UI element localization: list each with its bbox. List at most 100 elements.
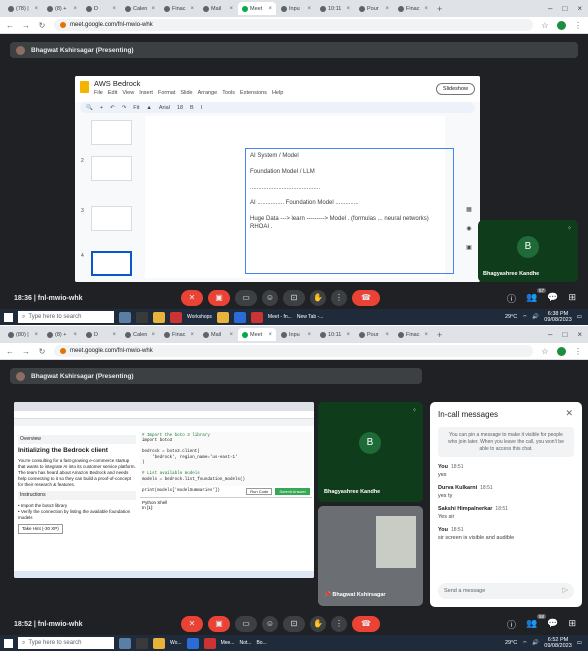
chat-icon[interactable]: 💬	[547, 618, 558, 631]
menu-tools[interactable]: Tools	[222, 90, 235, 96]
app-icon[interactable]	[186, 637, 199, 649]
close-window-icon[interactable]: ×	[577, 4, 582, 13]
close-tab-icon[interactable]: ×	[151, 6, 155, 12]
close-tab-icon[interactable]: ×	[268, 6, 272, 12]
close-tab-icon[interactable]: ×	[34, 6, 38, 12]
code-editor[interactable]: # Import the boto 3 library import boto3…	[140, 432, 312, 493]
close-tab-icon[interactable]: ×	[307, 332, 311, 338]
close-window-icon[interactable]: ×	[577, 330, 582, 339]
run-code-button[interactable]: Run Code	[246, 488, 273, 495]
present-icon[interactable]: ⊡	[283, 616, 305, 632]
browser-menu-icon[interactable]: ⋮	[574, 347, 582, 356]
send-message-input[interactable]: Send a message ▷	[438, 583, 574, 599]
more-options-icon[interactable]: ⋮	[331, 616, 347, 632]
info-icon[interactable]: ⓘ	[507, 292, 516, 305]
minimize-icon[interactable]: –	[548, 330, 552, 339]
weather[interactable]: 29°C	[505, 640, 517, 646]
present-icon[interactable]: ⊡	[283, 290, 305, 306]
emoji-icon[interactable]: ☺	[262, 616, 278, 632]
taskbar-app[interactable]: New Tab -...	[297, 314, 324, 320]
explorer-icon[interactable]	[136, 637, 148, 649]
participant-tile[interactable]: B ⁘ Bhagyashree Kandhe	[318, 402, 423, 502]
close-tab-icon[interactable]: ×	[268, 332, 272, 338]
menu-file[interactable]: File	[94, 90, 103, 96]
close-icon[interactable]: ✕	[565, 408, 573, 419]
menu-extensions[interactable]: Extensions	[240, 90, 267, 96]
maximize-icon[interactable]: □	[562, 4, 567, 13]
browser-tab[interactable]: Finac ×	[160, 2, 198, 15]
browser-tab[interactable]: Pour ×	[355, 328, 393, 341]
close-tab-icon[interactable]: ×	[112, 6, 116, 12]
browser-tab[interactable]: (8) + ×	[43, 2, 81, 15]
taskbar-search[interactable]: ⌕ Type here to search	[18, 637, 114, 649]
raise-hand-icon[interactable]: ✋	[310, 290, 326, 306]
keep-icon[interactable]: ◉	[466, 225, 471, 232]
menu-help[interactable]: Help	[272, 90, 283, 96]
clock[interactable]: 6:52 PM 09/08/2023	[544, 637, 572, 649]
taskbar-app[interactable]: Workshops	[187, 314, 212, 320]
calendar-icon[interactable]: ▦	[466, 206, 472, 213]
font-size-field[interactable]: 18	[177, 105, 183, 111]
camera-off-icon[interactable]: ▣	[208, 616, 230, 632]
menu-view[interactable]: View	[122, 90, 134, 96]
forward-icon[interactable]: →	[22, 347, 30, 356]
bold-icon[interactable]: B	[190, 105, 194, 111]
volume-icon[interactable]: 🔊	[532, 314, 539, 320]
close-tab-icon[interactable]: ×	[385, 6, 389, 12]
windows-start-icon[interactable]	[4, 638, 13, 648]
close-tab-icon[interactable]: ×	[112, 332, 116, 338]
bookmark-star-icon[interactable]: ☆	[541, 347, 549, 356]
reload-icon[interactable]: ↻	[38, 21, 46, 30]
zoom-fit[interactable]: Fit	[133, 105, 139, 111]
close-tab-icon[interactable]: ×	[229, 332, 233, 338]
browser-tab[interactable]: Finac ×	[394, 2, 432, 15]
browser-tab[interactable]: (8) + ×	[43, 328, 81, 341]
undo-icon[interactable]: ↶	[110, 105, 115, 111]
slide-thumbnail[interactable]	[91, 120, 132, 145]
site-info-icon[interactable]	[60, 22, 66, 28]
url-field[interactable]: meet.google.com/fnl-mwio-whk	[54, 19, 533, 31]
menu-insert[interactable]: Insert	[139, 90, 153, 96]
weather[interactable]: 29°C	[505, 314, 517, 320]
close-tab-icon[interactable]: ×	[424, 332, 428, 338]
browser-tab[interactable]: D ×	[82, 2, 120, 15]
slide-thumbnail[interactable]	[91, 206, 132, 231]
browser-tab[interactable]: Mail ×	[199, 328, 237, 341]
browser-tab[interactable]: (80) | ×	[4, 328, 42, 341]
browser-tab[interactable]: Pour ×	[355, 2, 393, 15]
browser-tab-active[interactable]: Meet ×	[238, 328, 276, 341]
activities-icon[interactable]: ⊞	[568, 618, 576, 631]
maximize-icon[interactable]: □	[562, 330, 567, 339]
close-tab-icon[interactable]: ×	[346, 6, 350, 12]
browser-tab[interactable]: Inpu ×	[277, 328, 315, 341]
minimize-icon[interactable]: –	[548, 4, 552, 13]
back-icon[interactable]: ←	[6, 347, 14, 356]
mic-off-icon[interactable]: ✕	[181, 290, 203, 306]
menu-arrange[interactable]: Arrange	[198, 90, 218, 96]
taskbar-search[interactable]: ⌕ Type here to search	[18, 311, 114, 323]
close-tab-icon[interactable]: ×	[385, 332, 389, 338]
browser-tab[interactable]: Finac ×	[160, 328, 198, 341]
chrome-icon[interactable]	[153, 637, 165, 649]
info-icon[interactable]: ⓘ	[507, 618, 516, 631]
wifi-icon[interactable]: ⌔	[522, 314, 527, 321]
volume-icon[interactable]: 🔊	[532, 640, 539, 646]
taskbar-app[interactable]: Not...	[239, 640, 251, 646]
raise-hand-icon[interactable]: ✋	[310, 616, 326, 632]
chrome-icon[interactable]	[153, 311, 165, 323]
close-tab-icon[interactable]: ×	[73, 332, 77, 338]
submit-answer-button[interactable]: Submit Answer	[275, 488, 310, 495]
participant-video-tile[interactable]: 📌 Bhagwat Kshirsagar	[318, 506, 423, 606]
notification-icon[interactable]: ▭	[577, 640, 582, 646]
redo-icon[interactable]: ↷	[122, 105, 127, 111]
camera-off-icon[interactable]: ▣	[208, 290, 230, 306]
slide-text-box[interactable]: AI System / Model Foundation Model / LLM…	[245, 148, 454, 274]
close-tab-icon[interactable]: ×	[346, 332, 350, 338]
new-tab-icon[interactable]: +	[433, 4, 446, 14]
pin-icon[interactable]: 📌	[324, 592, 331, 598]
people-icon[interactable]: 👥	[526, 618, 537, 631]
browser-tab-active[interactable]: Meet ×	[238, 2, 276, 15]
browser-tab[interactable]: Finac ×	[394, 328, 432, 341]
reload-icon[interactable]: ↻	[38, 347, 46, 356]
taskbar-app[interactable]: Mee...	[221, 640, 235, 646]
